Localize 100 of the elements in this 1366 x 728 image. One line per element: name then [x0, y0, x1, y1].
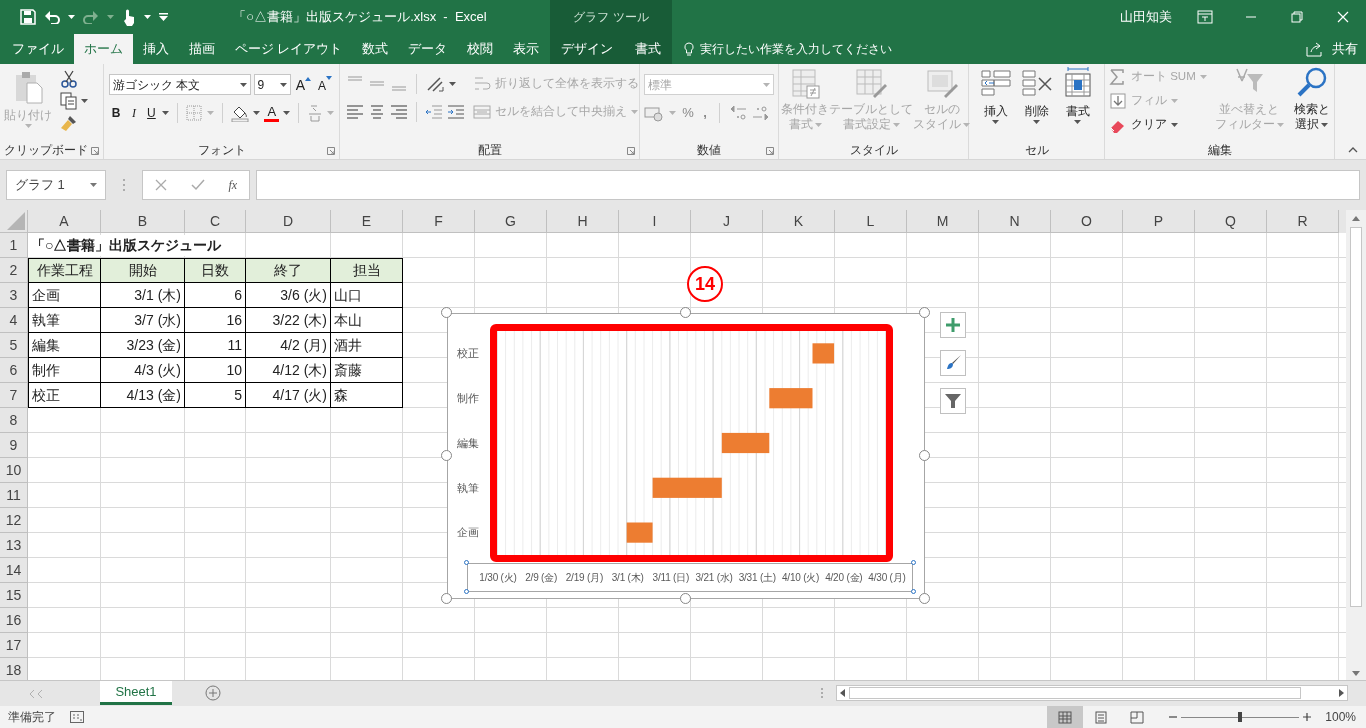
caret-icon[interactable]	[279, 82, 287, 87]
touch-mode-icon[interactable]	[122, 8, 136, 26]
lightbulb-icon[interactable]	[684, 41, 694, 57]
row-header[interactable]: 1	[0, 233, 28, 258]
selection-frame[interactable]: 1/30 (火) 2/9 (金) 2/19 (月) 3/1 (木) 3/11 (日) 3/21 (水) 3/31 (土) 4/10 (火) 4/20 (金) 4/30 (月)	[467, 563, 913, 592]
row-header[interactable]: 10	[0, 458, 28, 483]
row-header[interactable]: 9	[0, 433, 28, 458]
dialog-launcher-icon[interactable]	[766, 147, 774, 155]
name-box[interactable]: グラフ 1	[6, 170, 106, 200]
row-header[interactable]: 3	[0, 283, 28, 308]
caret-icon[interactable]	[239, 82, 247, 87]
add-sheet-icon[interactable]	[205, 685, 221, 701]
zoom-level[interactable]: 100%	[1325, 708, 1356, 726]
cancel-icon[interactable]	[154, 179, 167, 191]
caret-icon[interactable]	[1033, 120, 1040, 124]
format-painter-icon[interactable]	[60, 114, 78, 132]
zoom-in-icon[interactable]	[1303, 713, 1312, 721]
row-header[interactable]: 7	[0, 383, 28, 408]
select-all-icon[interactable]	[7, 212, 25, 230]
caret-icon[interactable]	[1321, 122, 1329, 127]
font-name-field[interactable]: 游ゴシック 本文	[109, 74, 251, 95]
view-button[interactable]	[1047, 706, 1084, 728]
ribbon-button[interactable]: 削除	[1016, 66, 1057, 124]
caret-icon[interactable]	[90, 183, 97, 187]
row-header[interactable]: 12	[0, 508, 28, 533]
column-header[interactable]: G	[475, 210, 547, 233]
dialog-launcher-icon[interactable]	[91, 147, 99, 155]
shrink-font-button[interactable]: A	[316, 75, 334, 94]
caret-icon[interactable]	[992, 120, 999, 124]
horizontal-scrollbar[interactable]	[836, 685, 1348, 701]
column-header[interactable]: C	[185, 210, 246, 233]
resize-handle[interactable]	[441, 593, 452, 604]
decrease-decimal-icon[interactable]	[752, 104, 770, 122]
resize-handle[interactable]	[441, 450, 452, 461]
ribbon-tab[interactable]: 数式	[352, 34, 399, 64]
tell-me-field[interactable]: 実行したい作業を入力してください	[700, 40, 892, 58]
ribbon-button[interactable]: クリア	[1109, 114, 1207, 135]
column-header[interactable]: R	[1267, 210, 1339, 233]
row-header[interactable]: 5	[0, 333, 28, 358]
customize-icon[interactable]	[159, 13, 168, 21]
caret-icon[interactable]	[283, 111, 291, 115]
caret-icon[interactable]	[1074, 120, 1081, 124]
italic-button[interactable]: I	[127, 104, 142, 122]
column-header[interactable]: B	[101, 210, 185, 233]
formula-input[interactable]	[256, 170, 1360, 200]
row-header[interactable]: 8	[0, 408, 28, 433]
column-header[interactable]: A	[28, 210, 101, 233]
column-header[interactable]: P	[1123, 210, 1195, 233]
scroll-thumb[interactable]	[849, 687, 1301, 699]
caret-icon[interactable]	[253, 111, 261, 115]
resize-handle[interactable]	[919, 307, 930, 318]
row-header[interactable]: 2	[0, 258, 28, 283]
ribbon-tab[interactable]: ページ レイアウト	[225, 34, 353, 64]
copy-icon[interactable]	[60, 92, 78, 110]
resize-handle[interactable]	[919, 450, 930, 461]
share-button[interactable]: 共有	[1332, 39, 1358, 59]
share-icon[interactable]	[1306, 41, 1324, 57]
redo-icon[interactable]	[83, 10, 99, 24]
selection-handle[interactable]	[911, 560, 916, 565]
selection-handle[interactable]	[911, 589, 916, 594]
drag-handle-icon[interactable]	[820, 687, 824, 699]
fill-bucket-icon[interactable]	[231, 104, 250, 122]
scissors-icon[interactable]	[60, 70, 78, 88]
resize-handle[interactable]	[680, 307, 691, 318]
ribbon-tab[interactable]: 描画	[179, 34, 225, 64]
drag-handle-icon[interactable]	[122, 178, 126, 192]
caret-icon[interactable]	[449, 82, 456, 86]
caret-icon[interactable]	[144, 15, 151, 19]
save-icon[interactable]	[20, 9, 36, 25]
enter-icon[interactable]	[190, 179, 205, 191]
scroll-thumb[interactable]	[1350, 227, 1362, 607]
ribbon-button[interactable]: 検索と 選択	[1291, 66, 1332, 132]
decrease-indent-icon[interactable]	[425, 103, 443, 121]
align-left-icon[interactable]	[346, 103, 364, 121]
column-header[interactable]: I	[619, 210, 691, 233]
increase-decimal-icon[interactable]	[729, 104, 747, 122]
row-header[interactable]: 4	[0, 308, 28, 333]
column-header[interactable]: F	[403, 210, 475, 233]
row-header[interactable]: 16	[0, 608, 28, 633]
row-header[interactable]: 13	[0, 533, 28, 558]
ribbon-tab[interactable]: ファイル	[2, 34, 74, 64]
row-header[interactable]: 14	[0, 558, 28, 583]
column-header[interactable]: E	[331, 210, 403, 233]
column-header[interactable]: H	[547, 210, 619, 233]
caret-icon[interactable]	[81, 99, 88, 103]
scroll-down-icon[interactable]	[1352, 671, 1360, 676]
column-header[interactable]: M	[907, 210, 979, 233]
grow-font-button[interactable]: A	[293, 76, 313, 93]
macro-record-icon[interactable]	[70, 711, 84, 723]
ribbon-tab[interactable]: ホーム	[74, 34, 133, 64]
font-color-button[interactable]: A	[264, 104, 280, 122]
caret-icon[interactable]	[161, 111, 169, 115]
column-header[interactable]: Q	[1195, 210, 1267, 233]
ribbon-tab[interactable]: 表示	[503, 34, 550, 64]
align-right-icon[interactable]	[390, 103, 408, 121]
row-header[interactable]: 11	[0, 483, 28, 508]
font-size-field[interactable]: 9	[253, 74, 291, 95]
chart-styles-button[interactable]	[940, 350, 966, 376]
resize-handle[interactable]	[919, 593, 930, 604]
underline-button[interactable]: U	[145, 104, 158, 122]
